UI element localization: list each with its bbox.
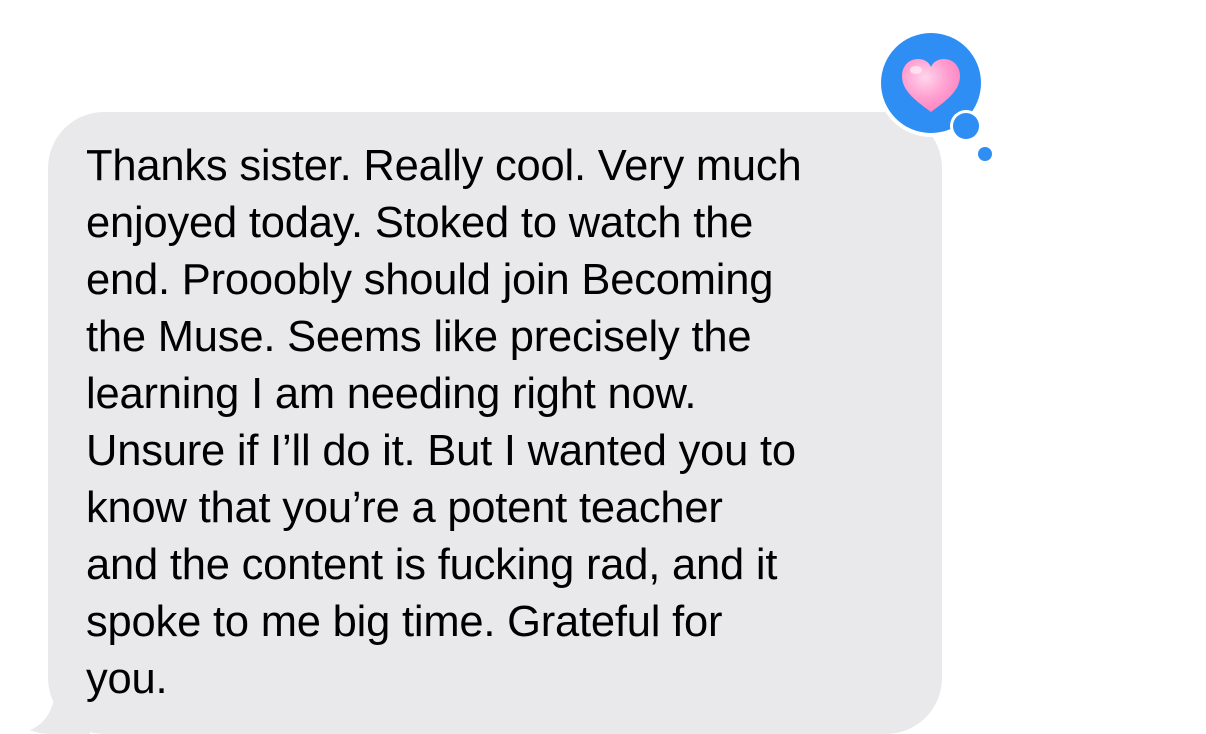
message-line: Unsure if I’ll do it. But I wanted you t… <box>86 427 796 475</box>
message-line: enjoyed today. Stoked to watch the <box>86 199 754 247</box>
message-line: Thanks sister. Really cool. Very much <box>86 142 802 190</box>
tapback-bubble-small <box>978 147 992 161</box>
tapback-bubble-medium <box>953 113 979 139</box>
message-line: and the content is fucking rad, and it <box>86 541 778 589</box>
tapback-reaction-badge[interactable] <box>878 30 1000 166</box>
message-thread: Thanks sister. Really cool. Very much en… <box>0 0 1206 734</box>
message-line: you. <box>86 655 168 703</box>
received-message[interactable]: Thanks sister. Really cool. Very much en… <box>30 112 942 734</box>
message-text: Thanks sister. Really cool. Very much en… <box>86 138 912 708</box>
message-line: the Muse. Seems like precisely the <box>86 313 752 361</box>
message-line: spoke to me big time. Grateful for <box>86 598 723 646</box>
message-line: know that you’re a potent teacher <box>86 484 723 532</box>
message-line: learning I am needing right now. <box>86 370 697 418</box>
message-bubble[interactable]: Thanks sister. Really cool. Very much en… <box>48 112 942 734</box>
message-line: end. Prooobly should join Becoming <box>86 256 774 304</box>
